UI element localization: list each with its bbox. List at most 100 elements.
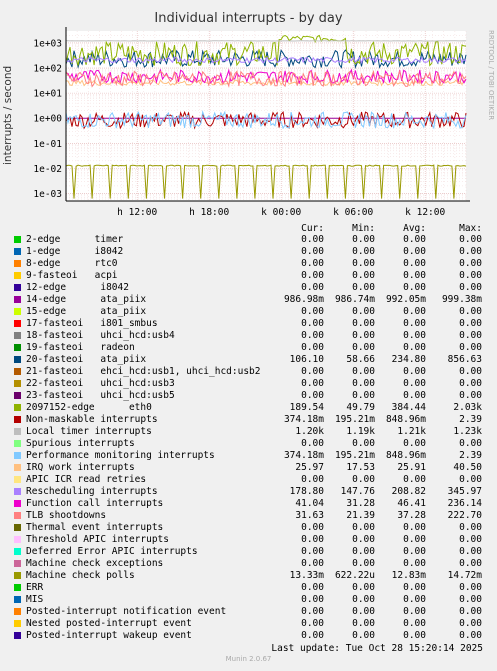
series-max-value: 0.00: [459, 534, 482, 545]
legend-swatch: [14, 440, 21, 447]
series-avg-value: 848.96m: [385, 450, 426, 461]
legend-row: 1-edge i8042 0.00 0.00 0.00 0.00: [14, 246, 497, 258]
series-avg-value: 0.00: [403, 342, 426, 353]
x-tick-label: k 12:00: [405, 207, 445, 218]
series-name: Deferred Error APIC interrupts: [26, 546, 198, 557]
legend-swatch: [14, 272, 21, 279]
legend-row: 8-edge rtc0 0.00 0.00 0.00 0.00: [14, 258, 497, 270]
legend-swatch: [14, 632, 21, 639]
series-max-value: 0.00: [459, 246, 482, 257]
legend-swatch: [14, 452, 21, 459]
series-avg-value: 0.00: [403, 546, 426, 557]
series-name: 23-fasteoi uhci_hcd:usb5: [26, 390, 175, 401]
legend-swatch: [14, 536, 21, 543]
series-name: Threshold APIC interrupts: [26, 534, 169, 545]
legend-swatch: [14, 392, 21, 399]
series-avg-value: 0.00: [403, 390, 426, 401]
series-name: Spurious interrupts: [26, 438, 135, 449]
y-tick-label: 1e+00: [33, 114, 62, 125]
series-name: Posted-interrupt notification event: [26, 606, 227, 617]
series-avg-value: 0.00: [403, 630, 426, 641]
chart-area: 1e+03 1e+02 1e+01 1e+00 1e-01 1e-02 1e-03 h 12:…: [33, 27, 470, 218]
series-avg-value: 0.00: [403, 282, 426, 293]
series-avg-value: 0.00: [403, 594, 426, 605]
series-max-value: 2.03k: [453, 402, 482, 413]
legend-swatch: [14, 560, 21, 567]
legend-row: Posted-interrupt notification event 0.00 0…: [14, 606, 497, 618]
legend-row: Machine check exceptions 0.00 0.00 0.00 0.00: [14, 558, 497, 570]
legend-swatch: [14, 344, 21, 351]
series-name: Performance monitoring interrupts: [26, 450, 215, 461]
series-max-value: 0.00: [459, 330, 482, 341]
x-tick-label: h 18:00: [189, 207, 229, 218]
legend-swatch: [14, 284, 21, 291]
series-name: IRQ work interrupts: [26, 462, 135, 473]
series-name: Nested posted-interrupt event: [26, 618, 192, 629]
series-name: APIC ICR read retries: [26, 474, 147, 485]
series-name: 19-fasteoi radeon: [26, 342, 135, 353]
legend-swatch: [14, 572, 21, 579]
series-name: ERR: [26, 582, 44, 593]
x-tick-label: k 06:00: [333, 207, 373, 218]
legend-row: Posted-interrupt wakeup event 0.00 0.00 0.0…: [14, 630, 497, 642]
series-avg-value: 208.82: [391, 486, 426, 497]
series-name: Non-maskable interrupts: [26, 414, 158, 425]
series-name: 17-fasteoi i801_smbus: [26, 318, 158, 329]
legend-row: 15-edge ata_piix 0.00 0.00 0.00 0.00: [14, 306, 497, 318]
series-name: 9-fasteoi acpi: [26, 270, 118, 281]
series-avg-value: 37.28: [397, 510, 426, 521]
series-name: 12-edge i8042: [26, 282, 129, 293]
legend-swatch: [14, 416, 21, 423]
series-name: 22-fasteoi uhci_hcd:usb3: [26, 378, 175, 389]
series-avg-value: 0.00: [403, 606, 426, 617]
series-name: MIS: [26, 594, 44, 605]
legend-swatch: [14, 260, 21, 267]
series-name: 21-fasteoi ehci_hcd:usb1, uhci_hcd:usb2: [26, 366, 261, 377]
legend-row: Deferred Error APIC interrupts 0.00 0.00 0.…: [14, 546, 497, 558]
legend-swatch: [14, 596, 21, 603]
series-max-value: 0.00: [459, 378, 482, 389]
y-axis-label: interrupts / second: [2, 65, 14, 165]
series-avg-value: 0.00: [403, 522, 426, 533]
series-avg-value: 234.80: [391, 354, 426, 365]
y-tick-label: 1e+03: [33, 38, 62, 49]
legend-swatch: [14, 332, 21, 339]
legend-swatch: [14, 512, 21, 519]
series-avg-value: 1.21k: [397, 426, 426, 437]
legend-row: 19-fasteoi radeon 0.00 0.00 0.00 0.00: [14, 342, 497, 354]
series-avg-value: 992.05m: [385, 294, 426, 305]
series-avg-value: 0.00: [403, 330, 426, 341]
x-tick-label: k 00:00: [261, 207, 301, 218]
series-name: 14-edge ata_piix: [26, 294, 147, 305]
series-avg-value: 12.83m: [391, 570, 426, 581]
legend-swatch: [14, 308, 21, 315]
legend-row: Function call interrupts 41.04 31.28 46.41 2…: [14, 498, 497, 510]
series-name: Posted-interrupt wakeup event: [26, 630, 192, 641]
series-max-value: 856.63: [447, 354, 482, 365]
legend-row: IRQ work interrupts 25.97 17.53 25.91 40.50: [14, 462, 497, 474]
series-avg-value: 0.00: [403, 558, 426, 569]
legend-row: 21-fasteoi ehci_hcd:usb1, uhci_hcd:usb2 0…: [14, 366, 497, 378]
series-max-value: 0.00: [459, 558, 482, 569]
y-tick-label: 1e+02: [33, 64, 62, 75]
legend-row: Nested posted-interrupt event 0.00 0.00 0.0…: [14, 618, 497, 630]
legend-row: 18-fasteoi uhci_hcd:usb4 0.00 0.00 0.00 0.00: [14, 330, 497, 342]
series-name: 2-edge timer: [26, 234, 124, 245]
legend-swatch: [14, 500, 21, 507]
series-avg-value: 0.00: [403, 246, 426, 257]
series-max-value: 0.00: [459, 522, 482, 533]
legend-swatch: [14, 608, 21, 615]
series-avg-value: 0.00: [403, 474, 426, 485]
legend-row: Non-maskable interrupts 374.18m 195.21m 848…: [14, 414, 497, 426]
series-max-value: 0.00: [459, 630, 482, 641]
series-max-value: 0.00: [459, 318, 482, 329]
last-update: Last update: Tue Oct 28 15:20:14 2025: [271, 643, 483, 654]
y-tick-label: 1e-01: [33, 139, 62, 150]
series-avg-value: 0.00: [403, 234, 426, 245]
series-max-value: 0.00: [459, 366, 482, 377]
series-max-value: 236.14: [447, 498, 482, 509]
series-name: Rescheduling interrupts: [26, 486, 158, 497]
series-name: Machine check exceptions: [26, 558, 164, 569]
legend-row: 20-fasteoi ata_piix 106.10 58.66 234.80 856.…: [14, 354, 497, 366]
series-avg-value: 0.00: [403, 270, 426, 281]
